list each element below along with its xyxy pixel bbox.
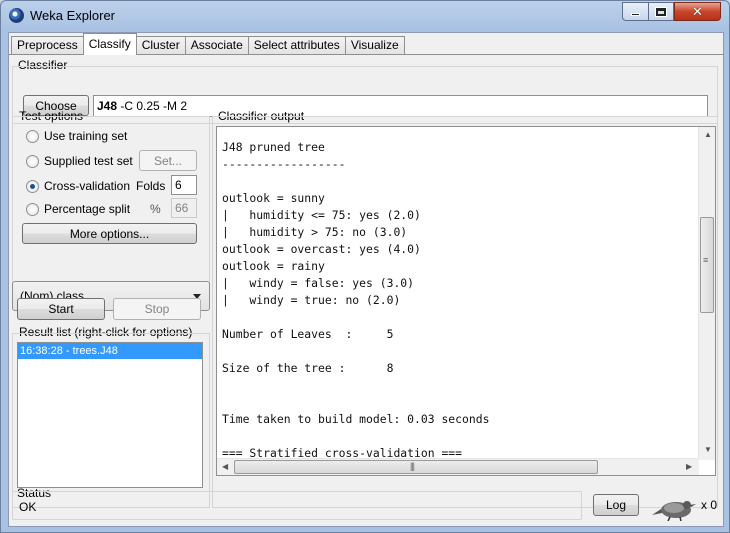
vertical-scroll-thumb[interactable] bbox=[700, 217, 714, 313]
output-line: | windy = true: no (2.0) bbox=[222, 293, 401, 307]
output-line: | humidity > 75: no (3.0) bbox=[222, 225, 408, 239]
weka-explorer-window: Weka Explorer ✕ Preprocess Classify Clus… bbox=[0, 0, 730, 533]
output-line: J48 pruned tree bbox=[222, 140, 325, 154]
output-line: ------------------ bbox=[222, 157, 346, 171]
minimize-icon bbox=[631, 13, 640, 16]
close-icon: ✕ bbox=[692, 3, 703, 19]
weka-bird-icon bbox=[652, 501, 696, 521]
tab-associate[interactable]: Associate bbox=[184, 36, 249, 55]
radio-label: Percentage split bbox=[44, 202, 131, 216]
window-title: Weka Explorer bbox=[30, 8, 116, 23]
radio-indicator bbox=[26, 129, 39, 143]
radio-label: Cross-validation bbox=[44, 179, 131, 193]
output-line: Time taken to build model: 0.03 seconds bbox=[222, 412, 490, 426]
grip-icon: ||| bbox=[410, 461, 415, 471]
classify-panel: Classifier Choose J48 -C 0.25 -M 2 Test … bbox=[9, 54, 723, 508]
tab-select-attributes[interactable]: Select attributes bbox=[247, 36, 346, 55]
output-line: outlook = sunny bbox=[222, 191, 325, 205]
output-line: Size of the tree : 8 bbox=[222, 361, 394, 375]
horizontal-scroll-thumb[interactable] bbox=[234, 460, 598, 474]
tab-visualize[interactable]: Visualize bbox=[344, 36, 405, 55]
maximize-button[interactable] bbox=[648, 2, 674, 21]
horizontal-scrollbar[interactable]: ◀ ||| ▶ bbox=[217, 458, 699, 475]
minimize-button[interactable] bbox=[622, 2, 649, 21]
radio-indicator bbox=[26, 179, 39, 193]
scroll-right-icon[interactable]: ▶ bbox=[686, 462, 692, 471]
status-text: OK bbox=[19, 500, 37, 514]
scroll-up-icon[interactable]: ▲ bbox=[704, 130, 712, 139]
tab-preprocess[interactable]: Preprocess bbox=[11, 36, 84, 55]
scroll-left-icon[interactable]: ◀ bbox=[222, 462, 228, 471]
result-list[interactable]: 16:38:28 - trees.J48 bbox=[17, 342, 203, 488]
client-area: Preprocess Classify Cluster Associate Se… bbox=[8, 32, 724, 527]
scroll-down-icon[interactable]: ▼ bbox=[704, 445, 712, 454]
maximize-icon bbox=[655, 6, 667, 17]
radio-label: Use training set bbox=[44, 129, 128, 143]
radio-label: Supplied test set bbox=[44, 154, 133, 168]
status-box bbox=[12, 491, 582, 520]
classifier-output-text[interactable]: J48 pruned tree ------------------ outloo… bbox=[216, 126, 716, 476]
radio-indicator bbox=[26, 154, 39, 168]
radio-cross-validation[interactable]: Cross-validation bbox=[26, 179, 130, 193]
radio-use-training-set[interactable]: Use training set bbox=[26, 129, 127, 143]
percentage-input[interactable]: 66 bbox=[171, 198, 197, 218]
task-count: x 0 bbox=[701, 498, 718, 512]
tab-classify[interactable]: Classify bbox=[82, 33, 137, 55]
title-bar[interactable]: Weka Explorer ✕ bbox=[1, 1, 729, 29]
start-button[interactable]: Start bbox=[17, 298, 105, 320]
tab-strip: Preprocess Classify Cluster Associate Se… bbox=[11, 33, 405, 55]
classifier-name: J48 bbox=[97, 99, 118, 113]
vertical-scrollbar[interactable]: ▲ ≡ ▼ bbox=[698, 127, 715, 460]
folds-label: Folds bbox=[136, 179, 166, 193]
folds-input[interactable]: 6 bbox=[171, 175, 197, 195]
more-options-button[interactable]: More options... bbox=[22, 223, 197, 244]
grip-icon: ≡ bbox=[703, 255, 708, 265]
percent-sign: % bbox=[150, 202, 161, 216]
output-line: | humidity <= 75: yes (2.0) bbox=[222, 208, 421, 222]
set-test-set-button[interactable]: Set... bbox=[139, 150, 197, 171]
classifier-config-field[interactable]: J48 -C 0.25 -M 2 bbox=[93, 95, 708, 117]
output-line: outlook = overcast: yes (4.0) bbox=[222, 242, 421, 256]
classifier-options: -C 0.25 -M 2 bbox=[117, 99, 188, 113]
tab-cluster[interactable]: Cluster bbox=[135, 36, 186, 55]
radio-percentage-split[interactable]: Percentage split bbox=[26, 202, 130, 216]
log-button[interactable]: Log bbox=[593, 494, 639, 516]
radio-indicator bbox=[26, 202, 39, 216]
radio-supplied-test-set[interactable]: Supplied test set bbox=[26, 154, 133, 168]
weka-app-icon bbox=[9, 8, 24, 23]
output-content: J48 pruned tree ------------------ outloo… bbox=[222, 139, 489, 462]
output-line: Number of Leaves : 5 bbox=[222, 327, 394, 341]
list-item[interactable]: 16:38:28 - trees.J48 bbox=[18, 343, 202, 359]
output-line: | windy = false: yes (3.0) bbox=[222, 276, 415, 290]
stop-button[interactable]: Stop bbox=[113, 298, 201, 320]
close-button[interactable]: ✕ bbox=[674, 2, 721, 21]
output-line: outlook = rainy bbox=[222, 259, 325, 273]
